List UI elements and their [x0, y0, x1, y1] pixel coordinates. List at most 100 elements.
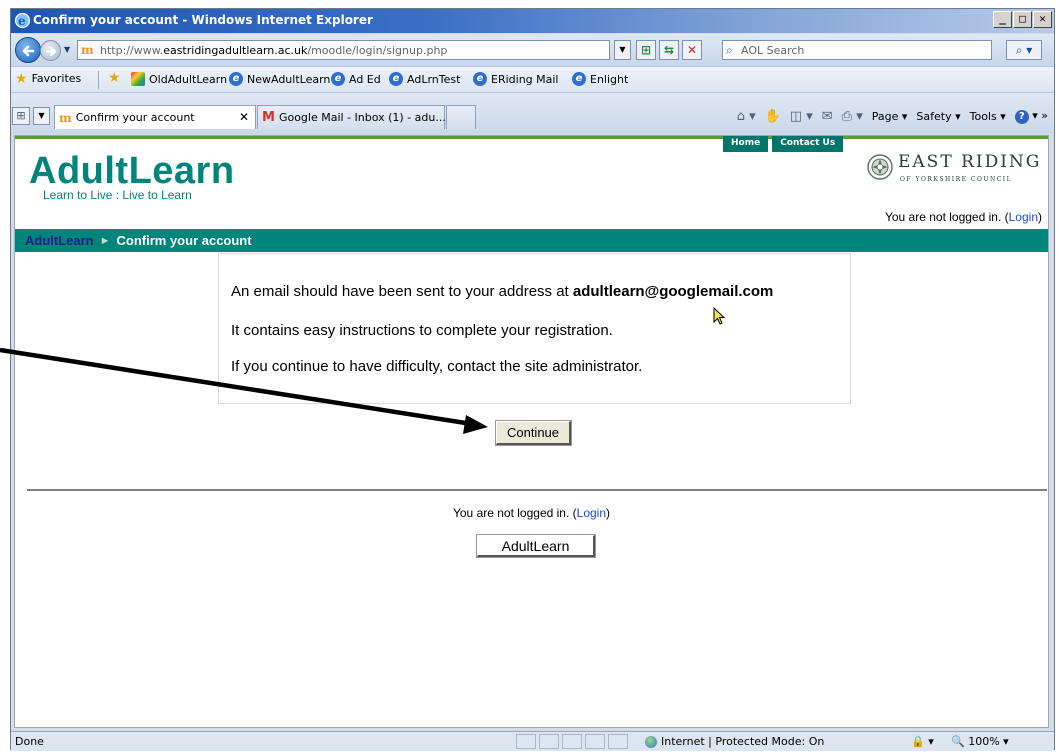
- forward-button[interactable]: [40, 40, 61, 61]
- moodle-favicon-icon: m: [81, 43, 94, 57]
- close-window-button[interactable]: ✕: [1033, 11, 1052, 28]
- tab-bar: ⊞ ▼ m Confirm your account ✕ M Google Ma…: [11, 92, 1054, 134]
- mail-icon[interactable]: ✉: [822, 109, 833, 124]
- command-bar: ⌂ ▾ ✋ ◫ ▾ ✉ ⎙ ▾ Page ▾ Safety ▾ Tools ▾ …: [737, 109, 1048, 124]
- address-dropdown-button[interactable]: ▼: [614, 40, 631, 60]
- difficulty-message: If you continue to have difficulty, cont…: [231, 358, 643, 375]
- tab-confirm-account[interactable]: m Confirm your account ✕: [54, 105, 256, 129]
- status-cell: [562, 734, 582, 749]
- search-placeholder: AOL Search: [741, 44, 805, 57]
- login-status-footer: You are not logged in. (Login): [452, 506, 611, 520]
- nav-home-link[interactable]: Home: [723, 136, 769, 152]
- login-status-header: You are not logged in. (Login): [884, 210, 1042, 224]
- login-link[interactable]: Login: [1009, 210, 1038, 224]
- site-logo[interactable]: AdultLearn: [29, 150, 235, 193]
- tab-list-dropdown[interactable]: ▼: [33, 107, 50, 125]
- divider: [98, 71, 99, 89]
- status-cell: [585, 734, 605, 749]
- footer-login-link[interactable]: Login: [577, 506, 606, 520]
- status-cell: [608, 734, 628, 749]
- close-tab-icon[interactable]: ✕: [239, 110, 249, 124]
- favorite-link-newadultlearn[interactable]: e NewAdultLearn: [229, 72, 330, 86]
- zoom-control[interactable]: 🔍 100% ▾: [951, 735, 1009, 748]
- hand-icon[interactable]: ✋: [765, 109, 781, 124]
- search-input[interactable]: ⌕ AOL Search: [722, 40, 992, 60]
- header-accent-line: [15, 136, 1048, 139]
- ie-icon: e: [389, 72, 403, 86]
- breadcrumb-current: Confirm your account: [116, 233, 252, 248]
- stop-icon[interactable]: ✕: [682, 40, 702, 60]
- nav-contact-link[interactable]: Contact Us: [772, 136, 844, 152]
- council-subtitle: OF YORKSHIRE COUNCIL: [900, 176, 1013, 183]
- email-sent-message: An email should have been sent to your a…: [231, 283, 774, 300]
- favorite-link-ad-ed[interactable]: e Ad Ed: [331, 72, 381, 86]
- moodle-favicon-icon: m: [59, 110, 72, 125]
- favorite-link-enlight[interactable]: e Enlight: [572, 72, 628, 86]
- back-arrow-icon: [22, 45, 35, 57]
- colorful-icon: [131, 72, 145, 86]
- page-content: Home Contact Us AdultLearn Learn to Live…: [14, 135, 1049, 728]
- ie-icon: e: [572, 72, 586, 86]
- ie-icon: e: [331, 72, 345, 86]
- address-toolbar: ▼ m http://www.eastridingadultlearn.ac.u…: [11, 34, 1054, 66]
- globe-icon: [645, 736, 657, 748]
- site-tagline: Learn to Live : Live to Learn: [43, 188, 192, 202]
- forward-arrow-icon: [45, 46, 57, 57]
- footer-divider: [27, 489, 1047, 491]
- status-text: Done: [15, 735, 44, 748]
- ie-icon: e: [229, 72, 243, 86]
- security-zone[interactable]: Internet | Protected Mode: On: [645, 735, 824, 748]
- favorites-star-icon: ★: [15, 70, 28, 87]
- feeds-icon[interactable]: ◫ ▾: [790, 109, 813, 124]
- print-icon[interactable]: ⎙ ▾: [842, 109, 863, 124]
- home-icon[interactable]: ⌂ ▾: [737, 109, 756, 124]
- title-bar: e Confirm your account - Windows Interne…: [11, 9, 1054, 33]
- back-button[interactable]: [15, 37, 41, 63]
- svg-text:e: e: [18, 14, 26, 28]
- status-bar: Done Internet | Protected Mode: On 🔒 ▾ 🔍…: [11, 731, 1054, 751]
- status-cell: [539, 734, 559, 749]
- recent-pages-dropdown-icon[interactable]: ▼: [64, 45, 70, 54]
- help-menu[interactable]: ? ▾ »: [1014, 109, 1048, 124]
- favorite-link-eriding-mail[interactable]: e ERiding Mail: [473, 72, 558, 86]
- email-address: adultlearn@googlemail.com: [572, 283, 774, 300]
- ie-icon: e: [473, 72, 487, 86]
- gmail-icon: M: [262, 110, 275, 125]
- help-icon: ?: [1014, 110, 1029, 124]
- new-tab-button[interactable]: [446, 105, 476, 129]
- url-text: http://www.eastridingadultlearn.ac.uk/mo…: [100, 44, 448, 57]
- home-button[interactable]: AdultLearn: [476, 534, 596, 558]
- council-title: EAST RIDING: [898, 152, 1042, 172]
- page-menu[interactable]: Page ▾: [872, 110, 908, 123]
- protected-mode-dropdown[interactable]: 🔒 ▾: [911, 735, 934, 748]
- favorite-link-adlrntest[interactable]: e AdLrnTest: [389, 72, 460, 86]
- add-favorite-icon[interactable]: ★: [108, 71, 121, 85]
- favorite-link-oldadultlearn[interactable]: OldAdultLearn: [131, 72, 227, 86]
- status-cell: [516, 734, 536, 749]
- instructions-message: It contains easy instructions to complet…: [231, 322, 613, 339]
- ie-logo-icon: e: [14, 12, 31, 29]
- top-nav: Home Contact Us: [723, 136, 844, 152]
- search-icon: ⌕: [726, 43, 733, 57]
- address-field[interactable]: m http://www.eastridingadultlearn.ac.uk/…: [77, 40, 610, 60]
- mouse-cursor-icon: [713, 307, 726, 325]
- compatibility-view-icon[interactable]: ⊞: [636, 40, 656, 60]
- breadcrumb-home-link[interactable]: AdultLearn: [25, 233, 94, 248]
- quick-tabs-icon[interactable]: ⊞: [12, 107, 30, 125]
- safety-menu[interactable]: Safety ▾: [916, 110, 960, 123]
- tab-google-mail[interactable]: M Google Mail - Inbox (1) - adu...: [257, 105, 446, 129]
- search-button[interactable]: ⌕ ▾: [1006, 40, 1042, 60]
- minimize-button[interactable]: _: [993, 11, 1012, 28]
- favorites-bar: ★ Favorites ★ OldAdultLearn e NewAdultLe…: [11, 66, 1054, 92]
- maximize-button[interactable]: □: [1013, 11, 1032, 28]
- browser-window: e Confirm your account - Windows Interne…: [10, 8, 1055, 751]
- breadcrumb: AdultLearn ► Confirm your account: [15, 229, 1048, 252]
- breadcrumb-separator-icon: ►: [99, 234, 111, 247]
- confirmation-message-box: An email should have been sent to your a…: [218, 253, 851, 404]
- favorites-button[interactable]: ★ Favorites: [15, 70, 81, 87]
- continue-button[interactable]: Continue: [495, 420, 572, 446]
- refresh-icon[interactable]: ⇆: [659, 40, 679, 60]
- tools-menu[interactable]: Tools ▾: [970, 110, 1006, 123]
- window-title: Confirm your account - Windows Internet …: [33, 13, 373, 27]
- council-rose-icon: [867, 154, 893, 180]
